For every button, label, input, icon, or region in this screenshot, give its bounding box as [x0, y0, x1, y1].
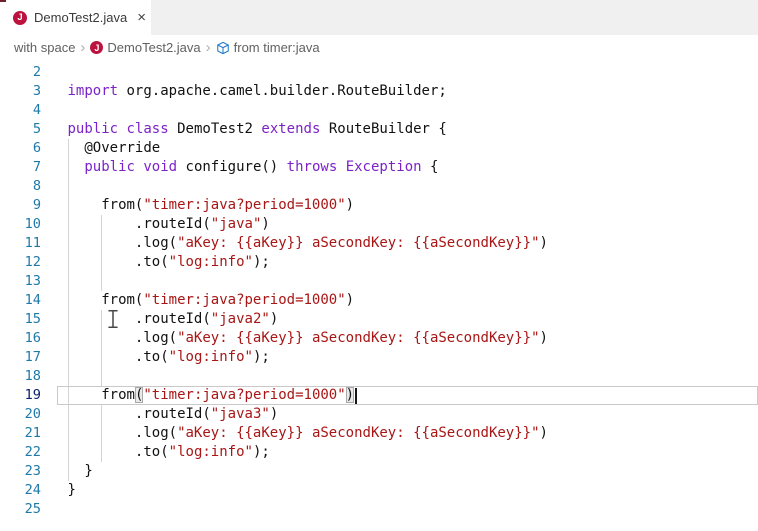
- breadcrumb-symbol-label: from timer:java: [234, 40, 320, 55]
- cube-symbol-icon: [216, 41, 230, 55]
- code-text: from("timer:java?period=1000"): [68, 196, 355, 215]
- code-text: .routeId("java"): [68, 215, 270, 234]
- line-number[interactable]: 19: [0, 386, 41, 405]
- code-line[interactable]: 18: [0, 367, 758, 386]
- breadcrumb-item-folder[interactable]: with space: [14, 40, 75, 55]
- java-file-icon: J: [90, 41, 103, 54]
- code-line[interactable]: 11 .log("aKey: {{aKey}} aSecondKey: {{aS…: [0, 234, 758, 253]
- code-line[interactable]: 22 .to("log:info");: [0, 443, 758, 462]
- code-line[interactable]: 25: [0, 500, 758, 519]
- code-line[interactable]: 9 from("timer:java?period=1000"): [0, 196, 758, 215]
- code-line[interactable]: 21 .log("aKey: {{aKey}} aSecondKey: {{aS…: [0, 424, 758, 443]
- line-number[interactable]: 7: [0, 158, 41, 177]
- code-text: .to("log:info");: [68, 348, 270, 367]
- caret: [355, 388, 357, 404]
- line-number[interactable]: 20: [0, 405, 41, 424]
- code-text: .log("aKey: {{aKey}} aSecondKey: {{aSeco…: [68, 234, 548, 253]
- vscode-editor-window: J DemoTest2.java × with space › J DemoTe…: [0, 0, 758, 531]
- line-number[interactable]: 10: [0, 215, 41, 234]
- code-text: .log("aKey: {{aKey}} aSecondKey: {{aSeco…: [68, 329, 548, 348]
- code-lines: 23 import org.apache.camel.builder.RouteB…: [0, 60, 758, 519]
- code-text: .to("log:info");: [68, 253, 270, 272]
- line-number[interactable]: 22: [0, 443, 41, 462]
- line-number[interactable]: 4: [0, 101, 41, 120]
- code-text: public class DemoTest2 extends RouteBuil…: [68, 120, 447, 139]
- code-text: }: [68, 481, 76, 500]
- code-line[interactable]: 13: [0, 272, 758, 291]
- code-line[interactable]: 8: [0, 177, 758, 196]
- tab-bar: J DemoTest2.java ×: [0, 0, 758, 35]
- line-number[interactable]: 8: [0, 177, 41, 196]
- code-line[interactable]: 6 @Override: [0, 139, 758, 158]
- code-text: public void configure() throws Exception…: [68, 158, 439, 177]
- line-number[interactable]: 2: [0, 63, 41, 82]
- code-line[interactable]: 14 from("timer:java?period=1000"): [0, 291, 758, 310]
- code-line[interactable]: 19 from("timer:java?period=1000"): [0, 386, 758, 405]
- code-line[interactable]: 17 .to("log:info");: [0, 348, 758, 367]
- chevron-right-icon: ›: [80, 41, 85, 54]
- code-line[interactable]: 16 .log("aKey: {{aKey}} aSecondKey: {{aS…: [0, 329, 758, 348]
- code-text: .routeId("java3"): [68, 405, 279, 424]
- line-number[interactable]: 11: [0, 234, 41, 253]
- code-text: .log("aKey: {{aKey}} aSecondKey: {{aSeco…: [68, 424, 548, 443]
- line-number[interactable]: 17: [0, 348, 41, 367]
- line-number[interactable]: 9: [0, 196, 41, 215]
- code-line[interactable]: 24}: [0, 481, 758, 500]
- code-line[interactable]: 23 }: [0, 462, 758, 481]
- text-cursor-icon: [107, 309, 119, 329]
- tab-title: DemoTest2.java: [34, 10, 127, 25]
- code-line[interactable]: 4: [0, 101, 758, 120]
- line-number[interactable]: 16: [0, 329, 41, 348]
- breadcrumb-folder-label: with space: [14, 40, 75, 55]
- line-number[interactable]: 13: [0, 272, 41, 291]
- code-line[interactable]: 10 .routeId("java"): [0, 215, 758, 234]
- code-text: .routeId("java2"): [68, 310, 279, 329]
- code-text: .to("log:info");: [68, 443, 270, 462]
- java-file-icon: J: [13, 11, 27, 25]
- breadcrumb-item-symbol[interactable]: from timer:java: [216, 40, 320, 55]
- breadcrumb: with space › J DemoTest2.java › from tim…: [0, 35, 758, 60]
- line-number[interactable]: 23: [0, 462, 41, 481]
- line-number[interactable]: 21: [0, 424, 41, 443]
- code-line[interactable]: 5 public class DemoTest2 extends RouteBui…: [0, 120, 758, 139]
- tab-demotest2[interactable]: J DemoTest2.java ×: [0, 0, 151, 35]
- code-line[interactable]: 7 public void configure() throws Excepti…: [0, 158, 758, 177]
- line-number[interactable]: 12: [0, 253, 41, 272]
- breadcrumb-item-file[interactable]: J DemoTest2.java: [90, 40, 200, 55]
- code-text: from("timer:java?period=1000"): [68, 291, 355, 310]
- line-number[interactable]: 24: [0, 481, 41, 500]
- window-edge-fragment: [0, 0, 6, 2]
- code-text: @Override: [68, 139, 161, 158]
- line-number[interactable]: 18: [0, 367, 41, 386]
- breadcrumb-file-label: DemoTest2.java: [107, 40, 200, 55]
- code-text: from("timer:java?period=1000"): [68, 386, 355, 405]
- code-text: import org.apache.camel.builder.RouteBui…: [68, 82, 447, 101]
- close-icon[interactable]: ×: [137, 10, 146, 25]
- line-number[interactable]: 5: [0, 120, 41, 139]
- code-line[interactable]: 3 import org.apache.camel.builder.RouteBu…: [0, 82, 758, 101]
- editor[interactable]: 23 import org.apache.camel.builder.RouteB…: [0, 60, 758, 531]
- line-number[interactable]: 6: [0, 139, 41, 158]
- line-number[interactable]: 15: [0, 310, 41, 329]
- chevron-right-icon: ›: [206, 41, 211, 54]
- code-line[interactable]: 12 .to("log:info");: [0, 253, 758, 272]
- code-text: }: [68, 462, 93, 481]
- line-number[interactable]: 14: [0, 291, 41, 310]
- line-number[interactable]: 25: [0, 500, 41, 519]
- code-line[interactable]: 2: [0, 63, 758, 82]
- code-line[interactable]: 20 .routeId("java3"): [0, 405, 758, 424]
- line-number[interactable]: 3: [0, 82, 41, 101]
